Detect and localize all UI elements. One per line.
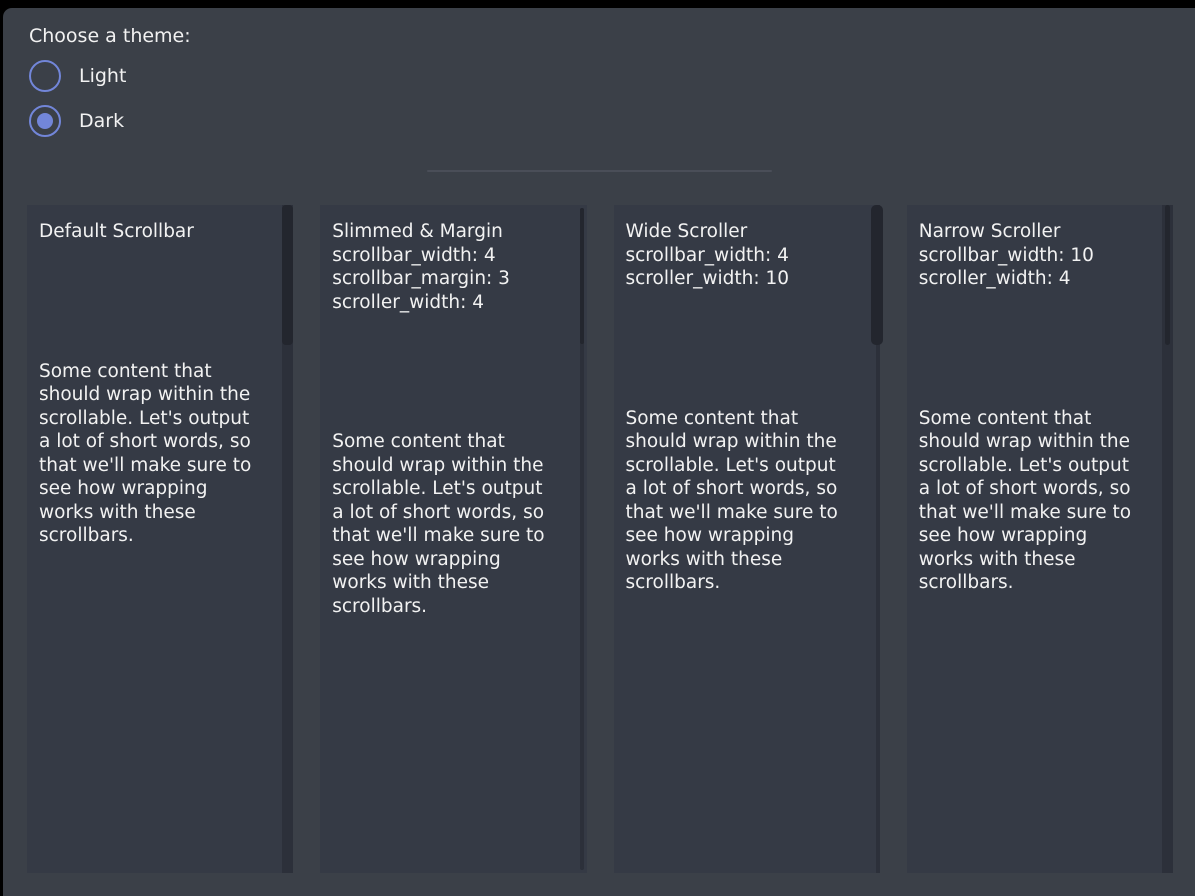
scrollbar-thumb[interactable] [1165, 205, 1170, 345]
panel-header: Narrow Scroller scrollbar_width: 10 scro… [919, 220, 1147, 291]
scrollbar-thumb[interactable] [871, 205, 883, 345]
radio-dot-icon [37, 68, 53, 84]
radio-label-light: Light [79, 65, 126, 87]
divider [427, 170, 772, 172]
panel-body-text: Some content that should wrap within the… [332, 430, 560, 618]
scroll-panel-wide-scroller[interactable]: Wide Scroller scrollbar_width: 4 scrolle… [614, 205, 880, 873]
panel-header: Default Scrollbar [39, 220, 267, 244]
radio-option-dark[interactable]: Dark [29, 105, 1195, 137]
theme-chooser-label: Choose a theme: [29, 24, 1195, 48]
panel-body-text: Some content that should wrap within the… [626, 407, 854, 595]
scrollbar-thumb[interactable] [580, 208, 584, 344]
app-window: Choose a theme: Light Dark Default Scrol… [3, 8, 1195, 896]
panel-row: Default Scrollbar Some content that shou… [3, 205, 1195, 873]
scroll-panel-default[interactable]: Default Scrollbar Some content that shou… [27, 205, 293, 873]
radio-circle-icon [29, 60, 61, 92]
scrollbar-thumb[interactable] [282, 205, 293, 345]
panel-body-text: Some content that should wrap within the… [39, 360, 267, 548]
radio-circle-icon [29, 105, 61, 137]
scroll-panel-slimmed-margin[interactable]: Slimmed & Margin scrollbar_width: 4 scro… [320, 205, 586, 873]
radio-label-dark: Dark [79, 110, 124, 132]
scroll-panel-narrow-scroller[interactable]: Narrow Scroller scrollbar_width: 10 scro… [907, 205, 1173, 873]
radio-option-light[interactable]: Light [29, 60, 1195, 92]
panel-header: Wide Scroller scrollbar_width: 4 scrolle… [626, 220, 854, 291]
radio-dot-icon [37, 113, 53, 129]
theme-chooser: Choose a theme: Light Dark [3, 8, 1195, 137]
panel-header: Slimmed & Margin scrollbar_width: 4 scro… [332, 220, 560, 314]
panel-body-text: Some content that should wrap within the… [919, 407, 1147, 595]
